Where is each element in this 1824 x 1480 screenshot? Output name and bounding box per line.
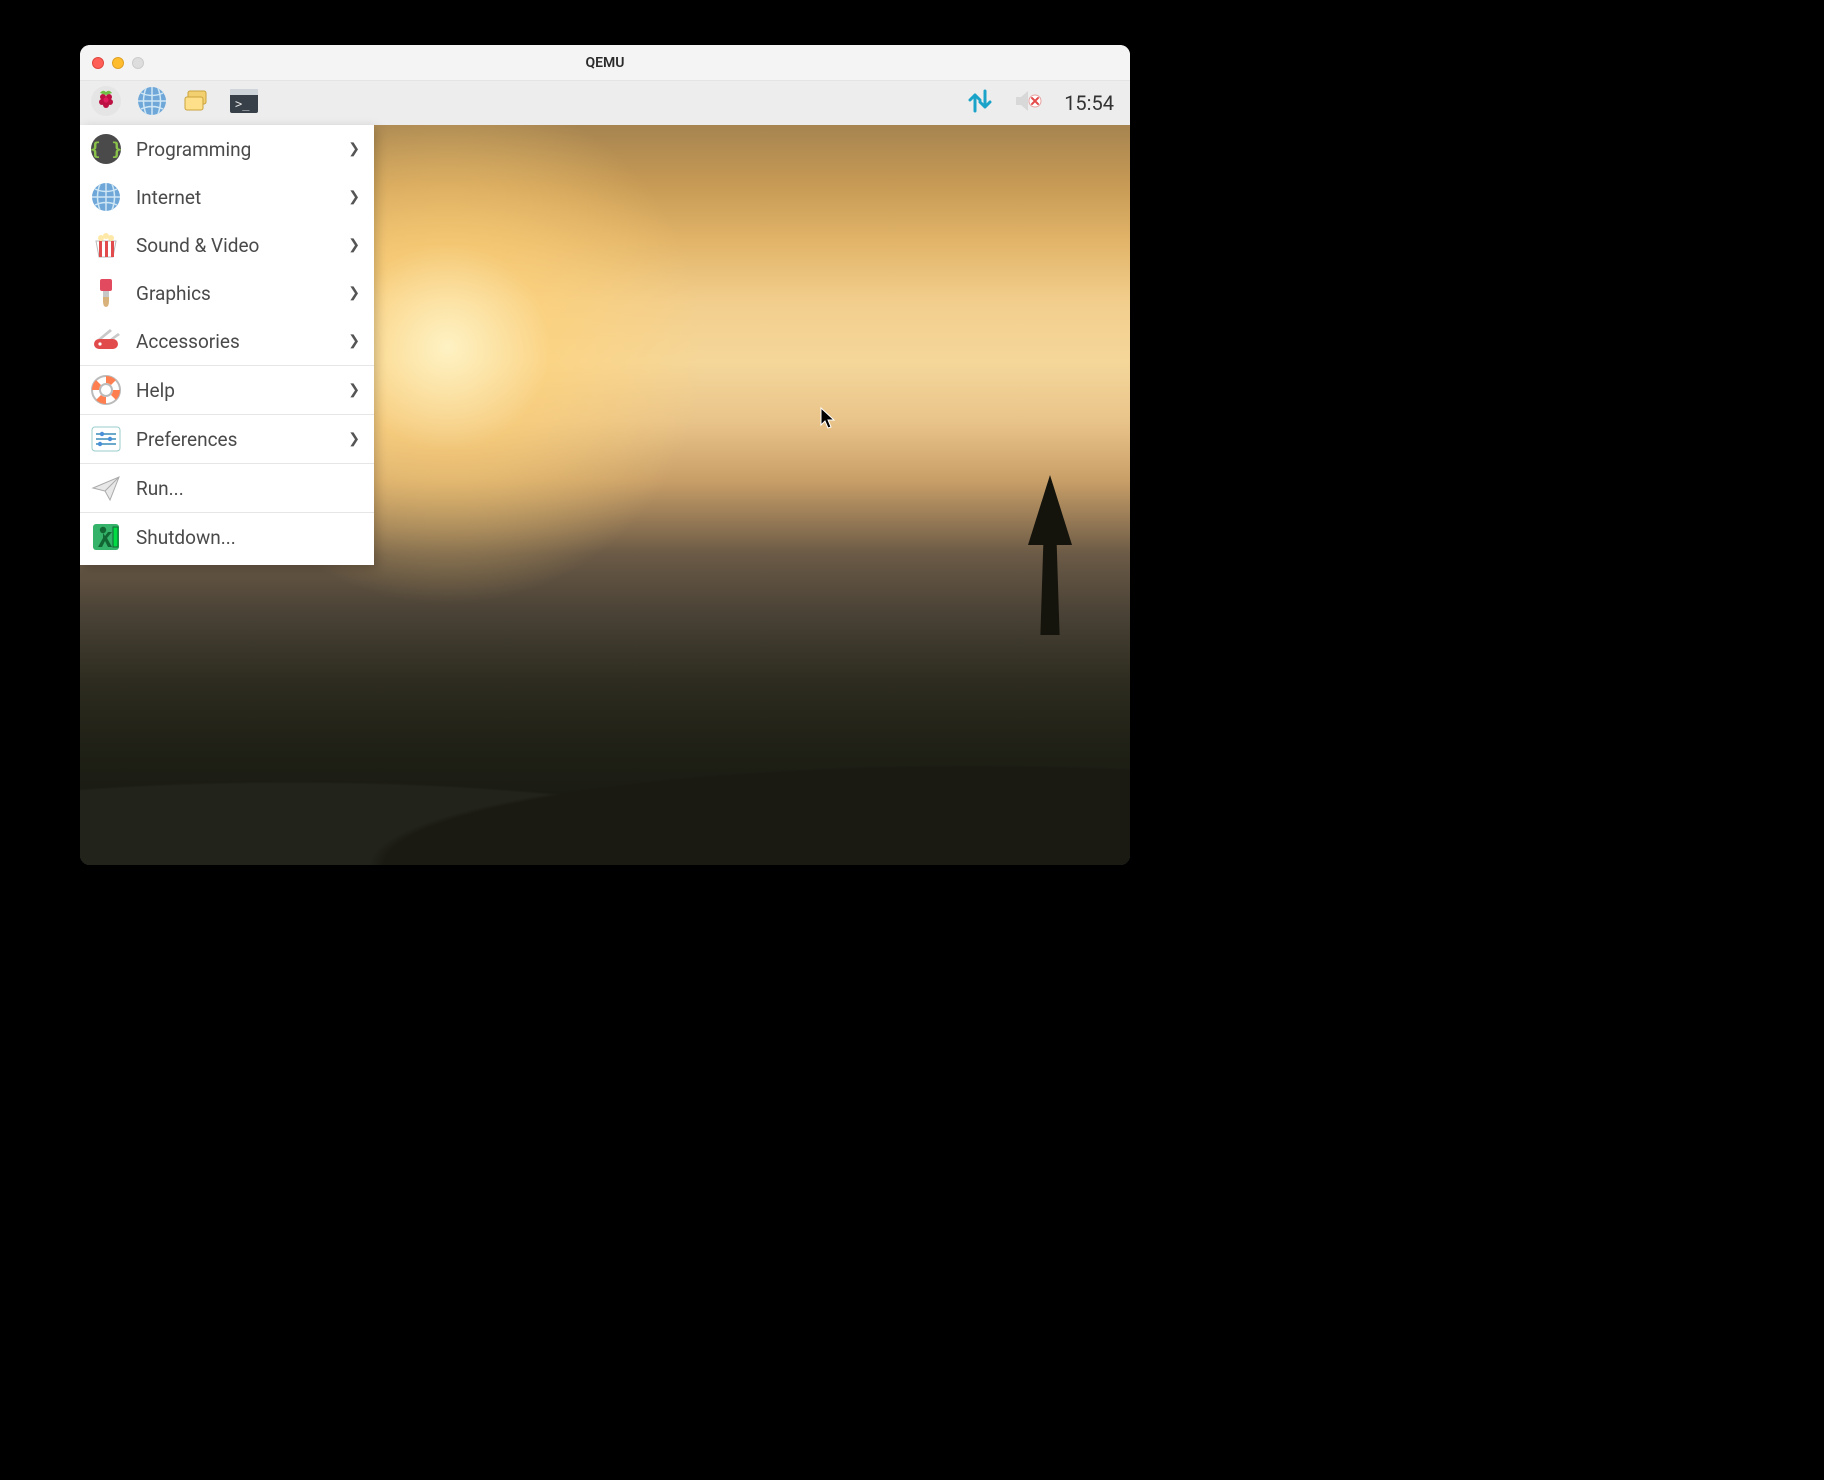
- window-zoom-button[interactable]: [132, 57, 144, 69]
- terminal-icon: >_: [228, 85, 260, 121]
- chevron-right-icon: ❯: [348, 333, 360, 349]
- globe-icon: [88, 179, 124, 215]
- menu-item-label: Internet: [136, 186, 336, 209]
- menu-item-label: Preferences: [136, 428, 336, 451]
- chevron-right-icon: ❯: [348, 382, 360, 398]
- menu-item-sound-video[interactable]: Sound & Video ❯: [80, 221, 374, 269]
- chevron-right-icon: ❯: [348, 141, 360, 157]
- chevron-right-icon: ❯: [348, 285, 360, 301]
- terminal-launcher[interactable]: >_: [226, 85, 262, 121]
- wallpaper-pagoda: [1030, 475, 1070, 635]
- taskbar: >_ 15:54: [80, 81, 1130, 125]
- window-title: QEMU: [586, 55, 625, 71]
- menu-item-shutdown[interactable]: Shutdown...: [80, 513, 374, 561]
- code-braces-icon: { }: [88, 131, 124, 167]
- menu-item-help[interactable]: Help ❯: [80, 366, 374, 414]
- lifebuoy-icon: [88, 372, 124, 408]
- menu-item-programming[interactable]: { } Programming ❯: [80, 125, 374, 173]
- window-titlebar: QEMU: [80, 45, 1130, 81]
- menu-item-label: Help: [136, 379, 336, 402]
- menu-item-accessories[interactable]: Accessories ❯: [80, 317, 374, 365]
- menu-item-run[interactable]: Run...: [80, 464, 374, 512]
- menu-item-graphics[interactable]: Graphics ❯: [80, 269, 374, 317]
- menu-item-label: Shutdown...: [136, 526, 360, 549]
- menu-item-label: Graphics: [136, 282, 336, 305]
- chevron-right-icon: ❯: [348, 431, 360, 447]
- window-close-button[interactable]: [92, 57, 104, 69]
- guest-screen: >_ 15:54: [80, 81, 1130, 865]
- paint-brush-icon: [88, 275, 124, 311]
- window-minimize-button[interactable]: [112, 57, 124, 69]
- exit-icon: [88, 519, 124, 555]
- swiss-knife-icon: [88, 323, 124, 359]
- window-controls: [92, 57, 144, 69]
- qemu-window: QEMU: [80, 45, 1130, 865]
- menu-item-internet[interactable]: Internet ❯: [80, 173, 374, 221]
- popcorn-icon: [88, 227, 124, 263]
- menu-item-label: Accessories: [136, 330, 336, 353]
- panel-clock[interactable]: 15:54: [1064, 91, 1114, 115]
- raspberry-icon: [90, 85, 122, 121]
- web-browser-launcher[interactable]: [134, 85, 170, 121]
- svg-text:{ }: { }: [90, 139, 122, 160]
- chevron-right-icon: ❯: [348, 189, 360, 205]
- globe-icon: [136, 85, 168, 121]
- menu-item-preferences[interactable]: Preferences ❯: [80, 415, 374, 463]
- menu-item-label: Sound & Video: [136, 234, 336, 257]
- menu-item-label: Run...: [136, 477, 360, 500]
- network-arrows-icon: [964, 85, 996, 121]
- raspberry-menu-button[interactable]: [88, 85, 124, 121]
- svg-text:>_: >_: [235, 97, 250, 111]
- file-manager-launcher[interactable]: [180, 85, 216, 121]
- chevron-right-icon: ❯: [348, 237, 360, 253]
- paper-plane-icon: [88, 470, 124, 506]
- sliders-icon: [88, 421, 124, 457]
- application-menu: { } Programming ❯ Internet ❯ Sound & Vid…: [80, 125, 374, 565]
- volume-indicator[interactable]: [1010, 85, 1046, 121]
- folders-icon: [182, 85, 214, 121]
- menu-item-label: Programming: [136, 138, 336, 161]
- volume-muted-icon: [1012, 85, 1044, 121]
- network-indicator[interactable]: [962, 85, 998, 121]
